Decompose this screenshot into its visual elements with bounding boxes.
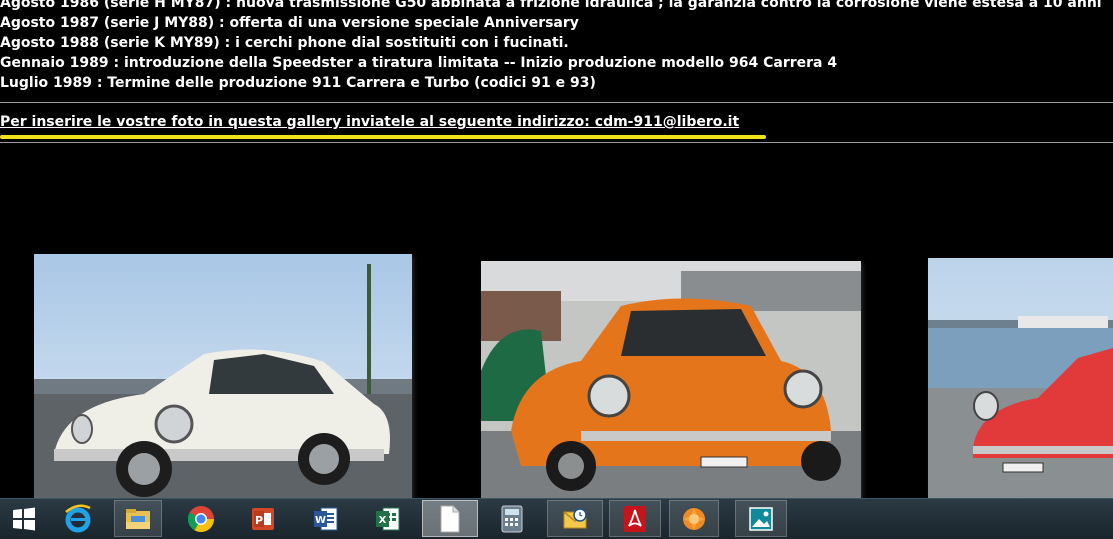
word-icon: W <box>311 504 341 534</box>
gallery-photo-orange-911[interactable] <box>481 261 861 498</box>
history-line: Agosto 1986 (serie H MY87) : nuova trasm… <box>0 0 1102 11</box>
windows-start-icon <box>9 504 39 534</box>
taskbar-acrobat[interactable] <box>609 500 661 537</box>
taskbar-excel[interactable]: X <box>364 500 412 537</box>
taskbar-powerpoint[interactable]: P <box>239 500 287 537</box>
divider <box>0 102 1113 103</box>
avast-icon <box>679 504 709 534</box>
photos-icon <box>746 504 776 534</box>
outlook-icon <box>560 504 590 534</box>
white-porsche-image <box>34 254 412 498</box>
gallery-photo-white-911[interactable] <box>34 254 412 498</box>
submission-notice: Per inserire le vostre foto in questa ga… <box>0 114 740 130</box>
taskbar-chrome[interactable] <box>177 500 225 537</box>
history-line: Agosto 1987 (serie J MY88) : offerta di … <box>0 15 579 31</box>
taskbar-word[interactable]: W <box>302 500 350 537</box>
orange-porsche-image <box>481 261 861 498</box>
history-list: Agosto 1986 (serie H MY87) : nuova trasm… <box>0 0 1113 93</box>
taskbar-photos[interactable] <box>735 500 787 537</box>
taskbar-document[interactable] <box>422 500 478 537</box>
start-button[interactable] <box>0 500 48 537</box>
taskbar-avast[interactable] <box>669 500 719 537</box>
taskbar-internet-explorer[interactable] <box>54 500 102 537</box>
history-line: Luglio 1989 : Termine delle produzione 9… <box>0 75 596 91</box>
blank-document-icon <box>435 504 465 534</box>
powerpoint-icon: P <box>248 504 278 534</box>
divider <box>0 142 1113 143</box>
history-line: Agosto 1988 (serie K MY89) : i cerchi ph… <box>0 35 569 51</box>
gallery-photo-red-911[interactable] <box>928 258 1113 498</box>
internet-explorer-icon <box>63 504 93 534</box>
history-line: Gennaio 1989 : introduzione della Speeds… <box>0 55 838 71</box>
web-page: Agosto 1986 (serie H MY87) : nuova trasm… <box>0 0 1113 498</box>
svg-text:X: X <box>379 515 387 526</box>
taskbar-file-explorer[interactable] <box>114 500 162 537</box>
svg-text:W: W <box>315 515 326 526</box>
yellow-underline-highlight <box>0 135 766 139</box>
acrobat-icon <box>620 504 650 534</box>
windows-taskbar: P W X <box>0 498 1113 539</box>
taskbar-outlook[interactable] <box>547 500 603 537</box>
taskbar-calculator[interactable] <box>488 500 536 537</box>
chrome-icon <box>186 504 216 534</box>
svg-text:P: P <box>255 514 263 527</box>
file-explorer-icon <box>123 504 153 534</box>
excel-icon: X <box>373 504 403 534</box>
calculator-icon <box>497 504 527 534</box>
red-porsche-image <box>928 258 1113 498</box>
